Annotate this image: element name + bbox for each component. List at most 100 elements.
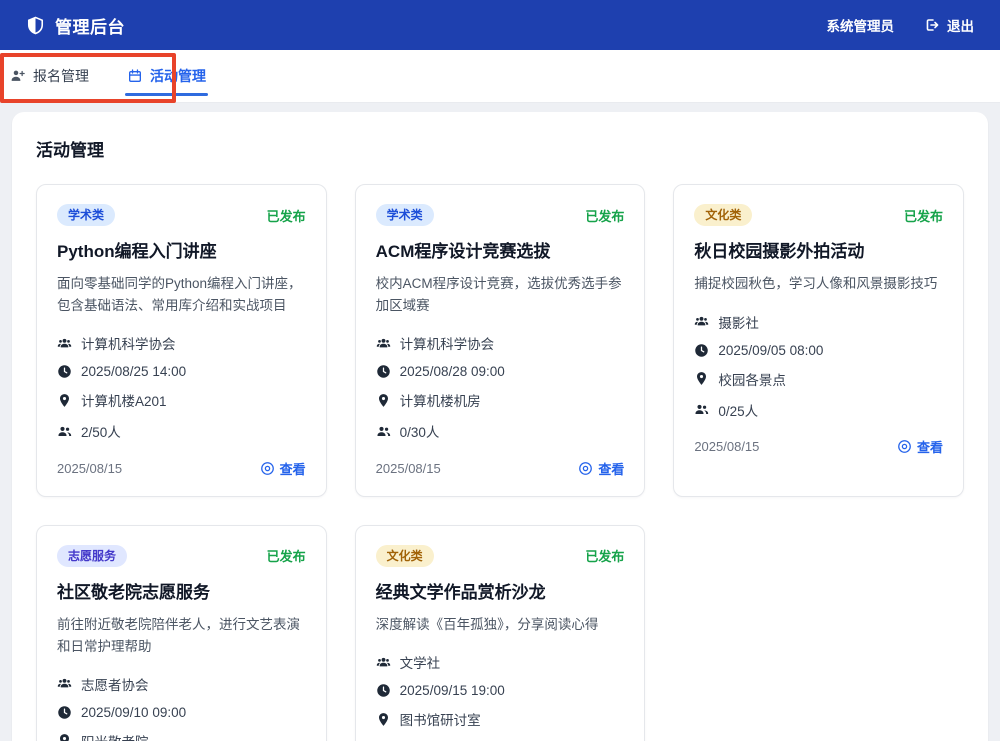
clock-icon [57, 705, 72, 720]
tab-registration-management[interactable]: 报名管理 [8, 50, 91, 102]
activity-card: 志愿服务 已发布 社区敬老院志愿服务 前往附近敬老院陪伴老人，进行文艺表演和日常… [36, 525, 327, 741]
card-header: 学术类 已发布 [57, 204, 306, 226]
created-date: 2025/08/15 [376, 461, 441, 476]
calendar-icon [127, 68, 143, 84]
category-badge: 学术类 [57, 204, 115, 226]
organizer-row: 志愿者协会 [57, 668, 306, 699]
activity-card: 文化类 已发布 经典文学作品赏析沙龙 深度解读《百年孤独》，分享阅读心得 文学社 [355, 525, 646, 741]
time-value: 2025/09/10 09:00 [81, 705, 186, 720]
capacity-value: 2/50人 [81, 421, 121, 441]
time-row: 2025/09/05 08:00 [694, 337, 943, 363]
location-value: 计算机楼A201 [81, 390, 167, 410]
category-badge: 文化类 [376, 545, 434, 567]
activity-description: 捕捉校园秋色，学习人像和风景摄影技巧 [694, 273, 943, 295]
created-date: 2025/08/15 [694, 439, 759, 454]
activity-title: 经典文学作品赏析沙龙 [376, 582, 625, 604]
location-value: 计算机楼机房 [400, 390, 481, 410]
eye-icon [897, 439, 912, 454]
time-value: 2025/09/05 08:00 [718, 343, 823, 358]
location-row: 计算机楼机房 [376, 385, 625, 416]
organizer-value: 计算机科学协会 [400, 333, 495, 353]
activity-title: 秋日校园摄影外拍活动 [694, 241, 943, 263]
map-pin-icon [57, 733, 72, 741]
tab-bar: 报名管理 活动管理 [0, 50, 1000, 103]
location-row: 图书馆研讨室 [376, 704, 625, 735]
view-link[interactable]: 查看 [578, 459, 624, 478]
organizer-value: 摄影社 [718, 312, 759, 332]
organizer-value: 文学社 [400, 652, 441, 672]
time-value: 2025/08/25 14:00 [81, 364, 186, 379]
location-value: 校园各景点 [718, 369, 786, 389]
current-user-label: 系统管理员 [827, 15, 895, 35]
organizer-row: 文学社 [376, 647, 625, 678]
created-date: 2025/08/15 [57, 461, 122, 476]
organizer-value: 计算机科学协会 [81, 333, 176, 353]
group-icon [694, 314, 709, 329]
group-icon [376, 336, 391, 351]
activity-title: ACM程序设计竞赛选拔 [376, 241, 625, 263]
group-icon [57, 676, 72, 691]
group-icon [376, 655, 391, 670]
map-pin-icon [57, 393, 72, 408]
view-label: 查看 [280, 459, 306, 478]
app-title: 管理后台 [55, 13, 125, 38]
capacity-row: 0/25人 [694, 394, 943, 425]
activity-description: 前往附近敬老院陪伴老人，进行文艺表演和日常护理帮助 [57, 614, 306, 657]
eye-icon [578, 461, 593, 476]
top-header: 管理后台 系统管理员 退出 [0, 0, 1000, 50]
status-badge: 已发布 [585, 546, 624, 565]
card-header: 学术类 已发布 [376, 204, 625, 226]
card-footer: 2025/08/15 查看 [694, 437, 943, 456]
users-icon [376, 424, 391, 439]
map-pin-icon [694, 371, 709, 386]
activity-description: 校内ACM程序设计竞赛，选拔优秀选手参加区域赛 [376, 273, 625, 316]
activity-card: 学术类 已发布 Python编程入门讲座 面向零基础同学的Python编程入门讲… [36, 184, 327, 497]
capacity-value: 0/30人 [400, 421, 440, 441]
content-panel: 活动管理 学术类 已发布 Python编程入门讲座 面向零基础同学的Python… [12, 112, 988, 741]
card-footer: 2025/08/15 查看 [57, 459, 306, 478]
map-pin-icon [376, 393, 391, 408]
capacity-row: 0/30人 [376, 416, 625, 447]
card-footer: 2025/08/15 查看 [376, 459, 625, 478]
user-plus-icon [10, 68, 26, 84]
status-badge: 已发布 [267, 206, 306, 225]
capacity-value: 0/25人 [718, 400, 758, 420]
clock-icon [694, 343, 709, 358]
clock-icon [376, 683, 391, 698]
activity-description: 深度解读《百年孤独》，分享阅读心得 [376, 614, 625, 636]
tab-label: 报名管理 [33, 66, 89, 86]
page-title: 活动管理 [36, 136, 964, 161]
logout-button[interactable]: 退出 [924, 15, 974, 35]
shield-icon [26, 16, 45, 35]
time-row: 2025/09/10 09:00 [57, 699, 306, 725]
activity-description: 面向零基础同学的Python编程入门讲座，包含基础语法、常用库介绍和实战项目 [57, 273, 306, 316]
location-value: 图书馆研讨室 [400, 709, 481, 729]
card-header: 志愿服务 已发布 [57, 545, 306, 567]
map-pin-icon [376, 712, 391, 727]
users-icon [57, 424, 72, 439]
location-row: 阳光敬老院 [57, 725, 306, 741]
activity-title: Python编程入门讲座 [57, 241, 306, 263]
view-label: 查看 [598, 459, 624, 478]
clock-icon [57, 364, 72, 379]
activity-card: 文化类 已发布 秋日校园摄影外拍活动 捕捉校园秋色，学习人像和风景摄影技巧 摄影… [673, 184, 964, 497]
location-value: 阳光敬老院 [81, 731, 149, 741]
category-badge: 文化类 [694, 204, 752, 226]
organizer-row: 摄影社 [694, 306, 943, 337]
organizer-row: 计算机科学协会 [57, 328, 306, 359]
organizer-value: 志愿者协会 [81, 674, 149, 694]
view-label: 查看 [917, 437, 943, 456]
card-header: 文化类 已发布 [694, 204, 943, 226]
status-badge: 已发布 [267, 546, 306, 565]
activity-card-grid: 学术类 已发布 Python编程入门讲座 面向零基础同学的Python编程入门讲… [36, 184, 964, 741]
time-row: 2025/08/28 09:00 [376, 359, 625, 385]
location-row: 计算机楼A201 [57, 385, 306, 416]
category-badge: 学术类 [376, 204, 434, 226]
admin-app: 管理后台 系统管理员 退出 [0, 0, 1000, 741]
tab-activity-management[interactable]: 活动管理 [125, 50, 208, 102]
view-link[interactable]: 查看 [897, 437, 943, 456]
view-link[interactable]: 查看 [260, 459, 306, 478]
group-icon [57, 336, 72, 351]
time-value: 2025/09/15 19:00 [400, 683, 505, 698]
status-badge: 已发布 [585, 206, 624, 225]
